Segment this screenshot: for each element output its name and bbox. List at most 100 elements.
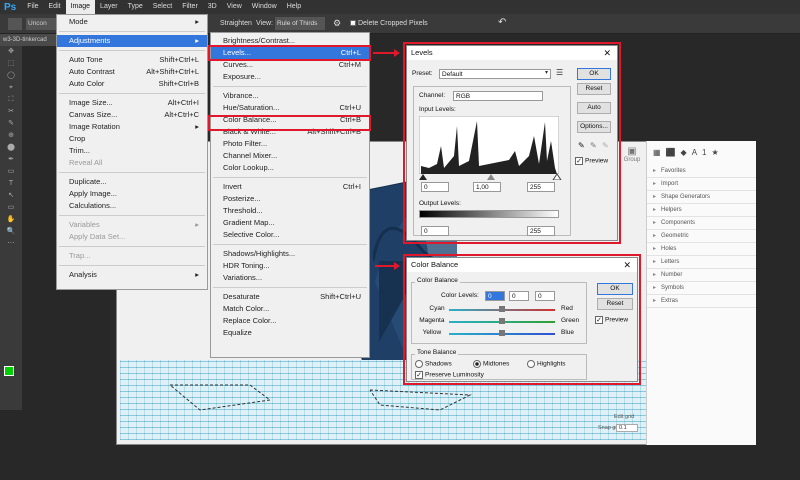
undo-icon[interactable]: ↶ — [498, 17, 506, 28]
menu-layer[interactable]: Layer — [95, 0, 123, 14]
midtones-radio[interactable]: Midtones — [473, 360, 509, 368]
menu-file[interactable]: File — [22, 0, 43, 14]
panel-section-geometric[interactable]: Geometric — [647, 230, 756, 243]
black-eyedropper-icon[interactable]: ✎ — [578, 141, 585, 150]
preserve-luminosity-checkbox[interactable]: ✓ Preserve Luminosity — [415, 371, 484, 379]
menu-item-image-size[interactable]: Image Size... Alt+Ctrl+I — [57, 97, 207, 109]
pen-tool-icon[interactable]: ✒ — [0, 154, 22, 166]
grid-icon[interactable]: ▦ — [653, 148, 661, 157]
menu-item-mode[interactable]: Mode ▸ — [57, 16, 207, 28]
preview-checkbox[interactable]: ✓ Preview — [595, 316, 628, 324]
panel-section-shape-generators[interactable]: Shape Generators — [647, 191, 756, 204]
menu-item-posterize[interactable]: Posterize... — [211, 193, 369, 205]
input-sliders[interactable] — [417, 172, 563, 180]
healing-tool-icon[interactable]: ⊕ — [0, 130, 22, 142]
menu-type[interactable]: Type — [123, 0, 148, 14]
menu-item-analysis[interactable]: Analysis ▸ — [57, 269, 207, 281]
panel-section-number[interactable]: Number — [647, 269, 756, 282]
hand-tool-icon[interactable]: ✋ — [0, 214, 22, 226]
menu-item-calculations[interactable]: Calculations... — [57, 200, 207, 212]
slider-thumb[interactable] — [499, 318, 505, 324]
menu-item-threshold[interactable]: Threshold... — [211, 205, 369, 217]
reset-button[interactable]: Reset — [577, 83, 611, 95]
eyedropper-tool-icon[interactable]: ✎ — [0, 118, 22, 130]
color-level-2-field[interactable]: 0 — [509, 291, 529, 301]
menu-item-photo-filter[interactable]: Photo Filter... — [211, 138, 369, 150]
menu-item-equalize[interactable]: Equalize — [211, 327, 369, 339]
color-level-3-field[interactable]: 0 — [535, 291, 555, 301]
snap-grid-select[interactable]: 0.1 — [616, 424, 638, 432]
menu-help[interactable]: Help — [282, 0, 306, 14]
close-icon[interactable]: ✕ — [623, 258, 631, 272]
auto-button[interactable]: Auto — [577, 102, 611, 114]
type-tool-icon[interactable]: T — [0, 178, 22, 190]
document-tab[interactable]: w3-3D-tinkercad — [0, 34, 60, 46]
shape-tool-icon[interactable]: ▭ — [0, 166, 22, 178]
menu-item-shadows-highlights[interactable]: Shadows/Highlights... — [211, 248, 369, 260]
panel-section-holes[interactable]: Holes — [647, 243, 756, 256]
panel-section-components[interactable]: Components — [647, 217, 756, 230]
menu-item-match-color[interactable]: Match Color... — [211, 303, 369, 315]
box-icon[interactable]: ◆ — [681, 148, 687, 157]
gear-icon[interactable]: ⚙ — [333, 18, 341, 29]
slider-thumb[interactable] — [499, 306, 505, 312]
ratio-select[interactable]: Uncon — [26, 18, 56, 30]
menu-item-exposure[interactable]: Exposure... — [211, 71, 369, 83]
edit-grid-link[interactable]: Edit grid — [614, 414, 634, 420]
input-gamma-field[interactable]: 1,00 — [473, 182, 501, 192]
panel-section-extras[interactable]: Extras — [647, 295, 756, 308]
brush-tool-icon[interactable]: ⬤ — [0, 142, 22, 154]
number-one-icon[interactable]: 1 — [702, 148, 706, 157]
output-black-field[interactable]: 0 — [421, 226, 449, 236]
rectangle-tool-icon[interactable]: ▭ — [0, 202, 22, 214]
menu-item-trim[interactable]: Trim... — [57, 145, 207, 157]
menu-item-gradient-map[interactable]: Gradient Map... — [211, 217, 369, 229]
color-level-1-field[interactable]: 0 — [485, 291, 505, 301]
ok-button[interactable]: OK — [577, 68, 611, 80]
group-button[interactable]: ▣ Group — [620, 146, 644, 166]
slider-thumb[interactable] — [499, 330, 505, 336]
path-select-tool-icon[interactable]: ↖ — [0, 190, 22, 202]
panel-section-symbols[interactable]: Symbols — [647, 282, 756, 295]
menu-item-auto-tone[interactable]: Auto Tone Shift+Ctrl+L — [57, 54, 207, 66]
marquee-tool-icon[interactable]: ⬚ — [0, 58, 22, 70]
zoom-tool-icon[interactable]: 🔍 — [0, 226, 22, 238]
slice-tool-icon[interactable]: ✂ — [0, 106, 22, 118]
preset-select[interactable]: Default — [439, 69, 551, 79]
shadows-radio[interactable]: Shadows — [415, 360, 452, 368]
panel-section-import[interactable]: Import — [647, 178, 756, 191]
options-button[interactable]: Options... — [577, 121, 611, 133]
menu-item-hue-saturation[interactable]: Hue/Saturation... Ctrl+U — [211, 102, 369, 114]
menu-item-channel-mixer[interactable]: Channel Mixer... — [211, 150, 369, 162]
menu-item-invert[interactable]: Invert Ctrl+I — [211, 181, 369, 193]
output-white-field[interactable]: 255 — [527, 226, 555, 236]
gray-eyedropper-icon[interactable]: ✎ — [590, 141, 597, 150]
white-eyedropper-icon[interactable]: ✎ — [602, 141, 609, 150]
panel-section-letters[interactable]: Letters — [647, 256, 756, 269]
star-icon[interactable]: ★ — [711, 148, 718, 157]
menu-item-image-rotation[interactable]: Image Rotation ▸ — [57, 121, 207, 133]
menu-item-replace-color[interactable]: Replace Color... — [211, 315, 369, 327]
menu-filter[interactable]: Filter — [177, 0, 203, 14]
menu-item-auto-contrast[interactable]: Auto Contrast Alt+Shift+Ctrl+L — [57, 66, 207, 78]
highlights-radio[interactable]: Highlights — [527, 360, 566, 368]
channel-select[interactable]: RGB — [453, 91, 543, 101]
move-tool-icon[interactable]: ✥ — [0, 46, 22, 58]
menu-view[interactable]: View — [222, 0, 247, 14]
menu-image[interactable]: Image — [65, 0, 96, 14]
menu-item-hdr-toning[interactable]: HDR Toning... — [211, 260, 369, 272]
input-black-field[interactable]: 0 — [421, 182, 449, 192]
crop-tool-icon[interactable]: ⛶ — [0, 94, 22, 106]
menu-item-color-lookup[interactable]: Color Lookup... — [211, 162, 369, 174]
quick-select-tool-icon[interactable]: ⌖ — [0, 82, 22, 94]
preview-checkbox[interactable]: ✓ Preview — [575, 157, 608, 165]
menu-window[interactable]: Window — [247, 0, 282, 14]
letter-a-icon[interactable]: A — [692, 148, 697, 157]
menu-item-variations[interactable]: Variations... — [211, 272, 369, 284]
menu-item-auto-color[interactable]: Auto Color Shift+Ctrl+B — [57, 78, 207, 90]
panel-section-favorites[interactable]: Favorites — [647, 165, 756, 178]
close-icon[interactable]: ✕ — [603, 46, 611, 60]
menu-item-crop[interactable]: Crop — [57, 133, 207, 145]
menu-item-duplicate[interactable]: Duplicate... — [57, 176, 207, 188]
panel-section-helpers[interactable]: Helpers — [647, 204, 756, 217]
